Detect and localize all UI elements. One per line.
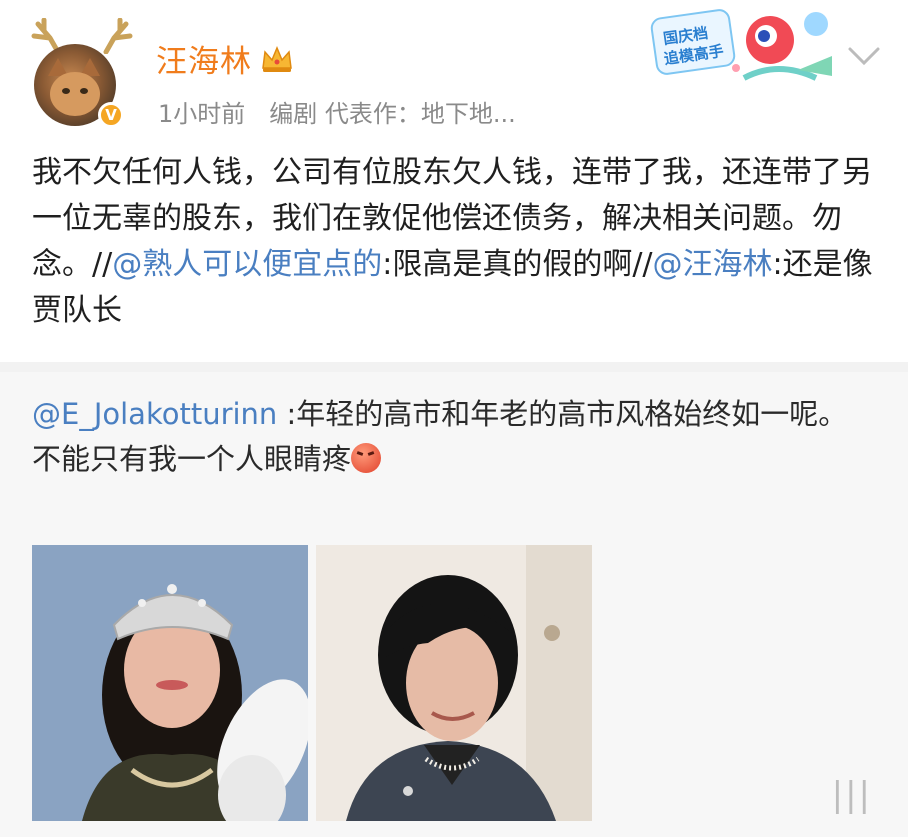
crown-icon (262, 45, 292, 72)
portrait-illustration-2 (316, 545, 592, 821)
username-row: 汪海林 (156, 36, 294, 81)
post-meta: 1小时前 编剧 代表作：地下地... (158, 94, 516, 129)
antler-right-icon (103, 18, 133, 54)
repost-text-line2: 不能只有我一个人眼睛疼 (32, 442, 352, 476)
post-body: 我不欠任何人钱，公司有位股东欠人钱，连带了我，还连带了另一位无辜的股东，我们在敦… (32, 150, 882, 334)
post-header: V 汪海林 1小时前 编剧 代表作：地下地... 国庆档 追模高手 (0, 0, 908, 150)
angry-face-emoji (351, 443, 382, 473)
mention-link-2[interactable]: @汪海林 (653, 247, 773, 282)
post-time: 1小时前 (158, 100, 246, 128)
chevron-down-icon[interactable] (846, 40, 882, 70)
more-indicator: ||| (831, 775, 872, 815)
user-bio: 编剧 代表作：地下地... (269, 100, 516, 128)
post-text-2: :限高是真的假的啊// (382, 247, 653, 282)
repost-text: @E_Jolakotturinn :年轻的高市和年老的高市风格始终如一呢。 不能… (32, 392, 882, 482)
section-divider (0, 362, 908, 372)
user-avatar[interactable]: V (26, 18, 133, 128)
portrait-illustration-1 (32, 545, 308, 821)
repost-author-link[interactable]: @E_Jolakotturinn (32, 397, 277, 431)
username[interactable]: 汪海林 (156, 36, 252, 81)
mention-link-1[interactable]: @熟人可以便宜点的 (112, 247, 382, 282)
decorative-sticker: 国庆档 追模高手 (650, 9, 832, 81)
verified-badge-icon: V (98, 102, 124, 128)
repost-text-line1: :年轻的高市和年老的高市风格始终如一呢。 (277, 397, 848, 431)
repost-image-2[interactable] (316, 545, 592, 821)
reposted-content[interactable]: @E_Jolakotturinn :年轻的高市和年老的高市风格始终如一呢。 不能… (0, 372, 908, 837)
repost-image-1[interactable] (32, 545, 308, 821)
